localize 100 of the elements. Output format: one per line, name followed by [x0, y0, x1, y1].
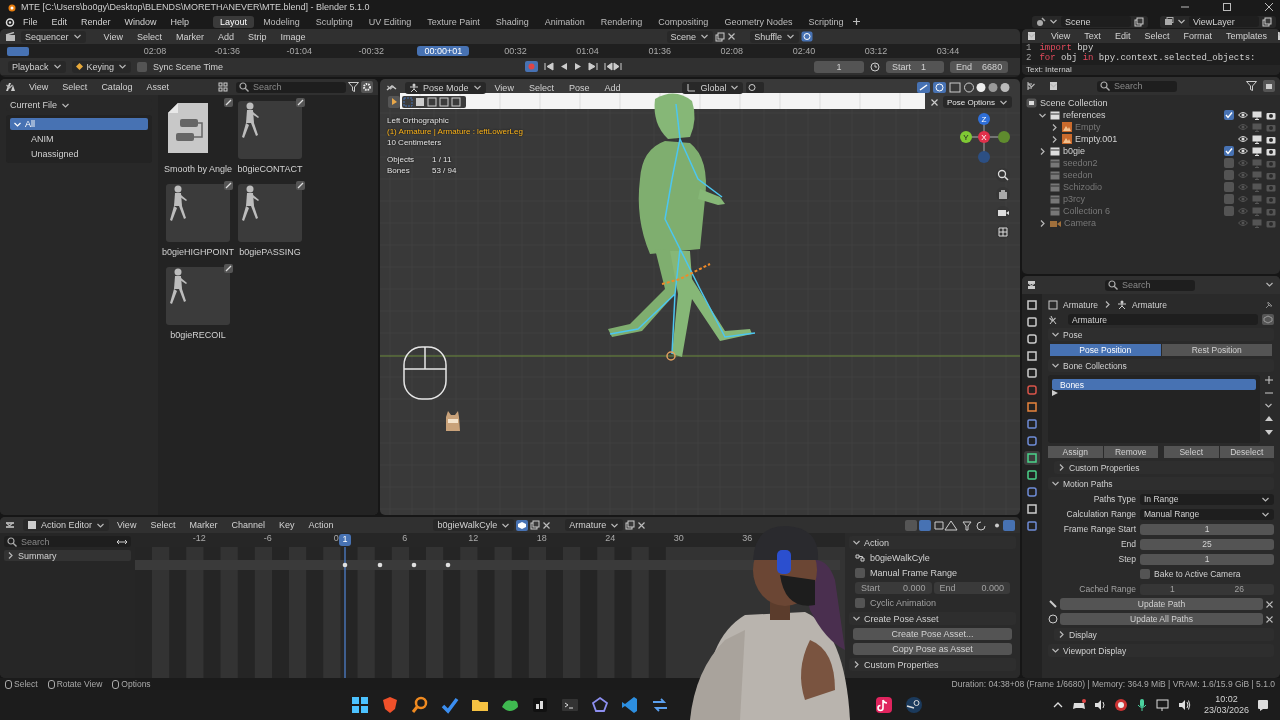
menu-item[interactable]: Select — [522, 81, 560, 94]
menu-item[interactable]: Render — [75, 15, 117, 28]
dropdown-field[interactable]: Manual Range — [1140, 508, 1274, 520]
menu-item[interactable]: View — [111, 519, 143, 531]
panel-button[interactable]: Copy Pose as Asset — [853, 643, 1012, 655]
menu-item[interactable]: Strip — [241, 30, 273, 43]
search-field[interactable]: Search — [1097, 80, 1177, 92]
panel-header: Bone Collections — [1063, 360, 1127, 371]
menu-item[interactable]: File — [17, 15, 44, 28]
workspace-tab[interactable]: Texture Paint — [420, 15, 487, 28]
menu-item[interactable]: Pose — [562, 81, 596, 94]
menu-item[interactable]: Asset — [140, 81, 175, 93]
number-field[interactable]: 1 — [1140, 523, 1274, 535]
line-number: 2 — [1026, 53, 1032, 63]
menu-item[interactable]: Add — [598, 81, 627, 94]
panel-button[interactable]: Select — [1164, 446, 1219, 458]
panel-button[interactable]: Update Path — [1060, 598, 1263, 610]
current-frame[interactable]: 1 — [339, 534, 351, 546]
field-label: Start — [861, 583, 880, 593]
menu-item[interactable]: Select — [56, 81, 94, 93]
stat-value: 1 / 11 — [432, 155, 453, 164]
frame-field[interactable]: 1 — [814, 60, 865, 73]
menu-item[interactable]: Catalog — [95, 81, 139, 93]
scene-dropdown[interactable]: Scene — [666, 30, 714, 43]
time-label: 01:04 — [575, 46, 600, 56]
time-label: 02:08 — [142, 46, 168, 56]
outliner-item[interactable]: references — [1063, 110, 1106, 120]
scene-selector[interactable]: Scene — [1032, 15, 1148, 28]
menu-item[interactable]: Window — [118, 15, 163, 28]
segmented-option[interactable]: Pose Position — [1050, 344, 1161, 356]
mode-dropdown[interactable]: Shuffle — [750, 30, 799, 43]
dropdown-field[interactable]: In Range — [1140, 493, 1274, 505]
outliner-item[interactable]: b0gie — [1063, 146, 1086, 156]
menu-item[interactable]: View — [1045, 30, 1077, 42]
workspace-tab[interactable]: Animation — [537, 15, 592, 28]
slot-dropdown[interactable]: Armature — [565, 519, 624, 531]
end-frame-field[interactable]: End 6680 — [950, 60, 1009, 73]
editor-dropdown[interactable]: Sequencer — [21, 30, 86, 43]
menu-item[interactable]: Action — [302, 519, 340, 531]
keying-dropdown[interactable]: Keying — [71, 60, 132, 73]
menu-item[interactable]: Help — [164, 15, 196, 28]
menu-item[interactable]: Marker — [183, 519, 224, 531]
orientation-dropdown[interactable]: Global — [682, 81, 744, 94]
number-field[interactable]: 25 — [1140, 538, 1274, 550]
menu-item[interactable]: Format — [1177, 30, 1218, 42]
outliner-item[interactable]: Empty.001 — [1075, 134, 1118, 144]
panel-button[interactable]: Update All Paths — [1060, 613, 1263, 625]
workspace-tab[interactable]: Sculpting — [308, 15, 360, 28]
clock[interactable]: 10:02 23/03/2026 — [1203, 694, 1249, 716]
menu-item[interactable]: Key — [272, 519, 301, 531]
menu-item[interactable]: Text — [1078, 30, 1107, 42]
time-label: -01:04 — [285, 46, 313, 56]
workspace-tab[interactable]: Modeling — [256, 15, 307, 28]
tree-item[interactable]: ANIM — [28, 133, 148, 145]
menu-item[interactable]: Select — [130, 30, 168, 43]
pose-options-dropdown[interactable]: Pose Options — [942, 96, 1012, 108]
editor-dropdown[interactable]: Action Editor — [23, 519, 110, 531]
field-value: 26 — [1234, 584, 1245, 594]
workspace-tab[interactable]: Geometry Nodes — [717, 15, 800, 28]
view-layer-selector[interactable]: ViewLayer — [1160, 15, 1276, 28]
segmented-option[interactable]: Rest Position — [1161, 344, 1272, 356]
datablock-field[interactable]: Armature — [1068, 314, 1258, 325]
frame-label: -12 — [192, 533, 206, 545]
menu-item[interactable]: Select — [144, 519, 182, 531]
menu-item[interactable]: Image — [274, 30, 312, 43]
menu-item[interactable]: View — [488, 81, 520, 94]
search-field[interactable]: Search — [236, 81, 346, 93]
workspace-tab[interactable]: Rendering — [593, 15, 650, 28]
panel-header: Viewport Display — [1063, 645, 1127, 656]
tree-item[interactable]: All — [10, 118, 148, 130]
workspace-tab[interactable]: Shading — [488, 15, 536, 28]
workspace-tab[interactable]: Scripting — [801, 15, 851, 28]
menu-item[interactable]: Templates — [1219, 30, 1273, 42]
start-frame-field[interactable]: Start 1 — [886, 60, 945, 73]
search-field[interactable]: Search — [1105, 279, 1195, 291]
menu-item[interactable]: Marker — [169, 30, 210, 43]
menu-item[interactable]: Edit — [1108, 30, 1137, 42]
panel-header: Display — [1069, 629, 1097, 640]
workspace-tab[interactable]: Layout — [213, 15, 255, 28]
menu-item[interactable]: View — [23, 81, 55, 93]
menu-item[interactable]: Select — [1138, 30, 1176, 42]
stat-label: Objects — [387, 155, 416, 164]
menu-item[interactable]: Edit — [45, 15, 74, 28]
field-label: Step — [1117, 554, 1136, 564]
search-field[interactable]: Search — [4, 536, 131, 547]
workspace-tab[interactable]: Compositing — [651, 15, 716, 28]
panel-button[interactable]: Deselect — [1219, 446, 1274, 458]
panel-button[interactable]: Create Pose Asset... — [853, 628, 1012, 640]
menu-item[interactable]: Add — [211, 30, 240, 43]
menu-item[interactable]: View — [97, 30, 129, 43]
workspace-tab[interactable]: UV Editing — [361, 15, 419, 28]
mode-dropdown[interactable]: Pose Mode — [405, 81, 486, 94]
menu-item[interactable]: Channel — [225, 519, 271, 531]
playback-dropdown[interactable]: Playback — [8, 60, 66, 73]
number-field[interactable]: 1 — [1140, 553, 1274, 565]
panel-button[interactable]: Remove — [1103, 446, 1158, 458]
panel-button[interactable]: Assign — [1048, 446, 1103, 458]
list-item[interactable]: Bones — [1052, 379, 1256, 390]
tree-item[interactable]: Unassigned — [28, 148, 148, 160]
action-dropdown[interactable]: b0gieWalkCyle — [433, 519, 515, 531]
